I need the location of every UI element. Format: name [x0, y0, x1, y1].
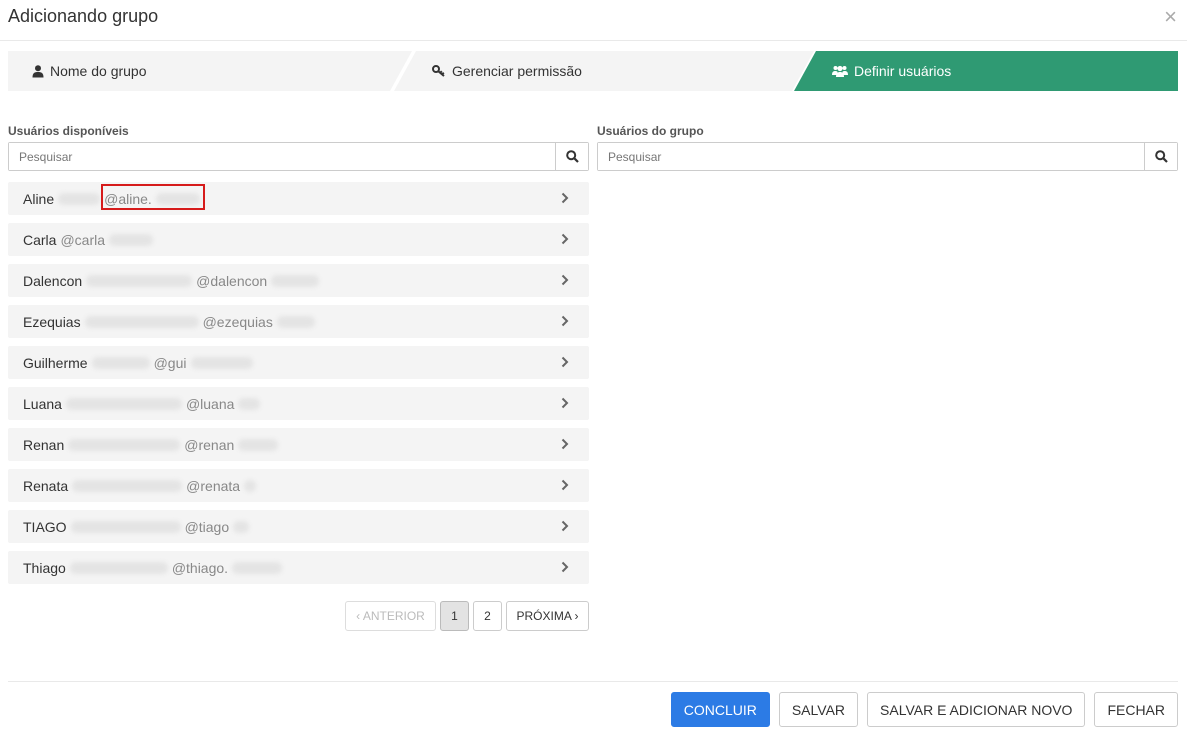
pagination-page-2[interactable]: 2 [473, 601, 502, 631]
redacted-surname [69, 561, 168, 574]
chevron-right-icon [561, 438, 569, 450]
save-and-add-new-button[interactable]: SALVAR E ADICIONAR NOVO [867, 692, 1086, 727]
chevron-right-icon [561, 356, 569, 368]
available-users-list: Aline @aline. Carla @carla Dalencon @dal… [8, 182, 589, 592]
redacted-surname [68, 438, 181, 451]
key-icon [432, 65, 445, 77]
user-name: Luana [23, 395, 62, 412]
close-button[interactable]: FECHAR [1094, 692, 1178, 727]
pagination-previous-button[interactable]: ‹ ANTERIOR [345, 601, 436, 631]
conclude-button[interactable]: CONCLUIR [670, 692, 770, 727]
redacted-handle [233, 520, 250, 533]
list-item[interactable]: Renan @renan [8, 428, 589, 461]
redacted-surname [65, 397, 182, 410]
user-name: Carla [23, 231, 57, 248]
chevron-right-icon [561, 479, 569, 491]
pagination: ‹ ANTERIOR 1 2 PRÓXIMA › [345, 601, 589, 631]
step-label: Gerenciar permissão [452, 63, 582, 79]
redacted-handle [271, 274, 320, 287]
redacted-handle [238, 438, 279, 451]
redacted-handle [276, 315, 315, 328]
user-handle: @luana [185, 395, 235, 412]
available-users-label: Usuários disponíveis [8, 124, 129, 138]
footer-divider [8, 681, 1178, 682]
user-name: Renata [23, 477, 69, 494]
redacted-surname [91, 356, 150, 369]
group-search-button[interactable] [1144, 143, 1177, 170]
modal-footer: CONCLUIR SALVAR SALVAR E ADICIONAR NOVO … [670, 692, 1178, 727]
user-handle: @tiago [184, 518, 230, 535]
user-name: Ezequias [23, 313, 81, 330]
user-name: Dalencon [23, 272, 83, 289]
list-item[interactable]: Ezequias @ezequias [8, 305, 589, 338]
chevron-right-icon [561, 561, 569, 573]
user-handle: @carla [60, 231, 106, 248]
group-users-label: Usuários do grupo [597, 124, 704, 138]
search-icon [1154, 150, 1168, 163]
chevron-right-icon [561, 274, 569, 286]
chevron-right-icon [561, 192, 569, 204]
close-icon[interactable]: × [1164, 6, 1177, 28]
available-search-button[interactable] [555, 143, 588, 170]
wizard-steps: Nome do grupo Gerenciar permissão Defini… [8, 51, 1178, 91]
available-search-input[interactable] [9, 143, 555, 170]
redacted-surname [58, 192, 101, 205]
save-button[interactable]: SALVAR [778, 692, 859, 727]
redacted-handle [244, 479, 257, 492]
redacted-handle [238, 397, 261, 410]
user-handle: @thiago. [171, 559, 229, 576]
redacted-surname [72, 479, 183, 492]
user-name: TIAGO [23, 518, 67, 535]
step-label: Nome do grupo [50, 63, 147, 79]
redacted-handle [190, 356, 253, 369]
list-item[interactable]: Dalencon @dalencon [8, 264, 589, 297]
chevron-right-icon [561, 397, 569, 409]
user-name: Thiago [23, 559, 66, 576]
user-handle: @ezequias [202, 313, 273, 330]
user-name: Renan [23, 436, 65, 453]
user-handle: @dalencon [196, 272, 268, 289]
list-item[interactable]: Luana @luana [8, 387, 589, 420]
group-search-group [597, 142, 1178, 171]
step-label: Definir usuários [854, 63, 952, 79]
redacted-surname [70, 520, 181, 533]
redacted-handle [232, 561, 283, 574]
pagination-page-1[interactable]: 1 [440, 601, 469, 631]
available-search-group [8, 142, 589, 171]
redacted-surname [86, 274, 193, 287]
list-item[interactable]: Carla @carla [8, 223, 589, 256]
user-handle: @renata [186, 477, 241, 494]
redacted-surname [84, 315, 199, 328]
list-item[interactable]: Thiago @thiago. [8, 551, 589, 584]
users-icon [832, 65, 848, 77]
user-handle: @renan [184, 436, 235, 453]
list-item[interactable]: TIAGO @tiago [8, 510, 589, 543]
user-icon [32, 64, 44, 77]
pagination-next-button[interactable]: PRÓXIMA › [506, 601, 589, 631]
available-users-panel: Usuários disponíveis [8, 124, 589, 171]
search-icon [565, 150, 579, 163]
chevron-right-icon [561, 520, 569, 532]
group-search-input[interactable] [598, 143, 1144, 170]
list-item[interactable]: Aline @aline. [8, 182, 589, 215]
group-users-panel: Usuários do grupo [597, 124, 1178, 171]
user-handle: @gui [153, 354, 187, 371]
list-item[interactable]: Guilherme @gui [8, 346, 589, 379]
step-definir-usuarios[interactable]: Definir usuários [794, 51, 1178, 91]
chevron-right-icon [561, 315, 569, 327]
user-name: Guilherme [23, 354, 88, 371]
highlight-annotation [101, 184, 205, 210]
user-name: Aline [23, 190, 55, 207]
redacted-handle [109, 233, 154, 246]
modal-title: Adicionando grupo [8, 6, 159, 26]
step-nome-do-grupo[interactable]: Nome do grupo [8, 51, 412, 91]
list-item[interactable]: Renata @renata [8, 469, 589, 502]
step-gerenciar-permissao[interactable]: Gerenciar permissão [394, 51, 814, 91]
modal-header: Adicionando grupo × [0, 0, 1187, 41]
chevron-right-icon [561, 233, 569, 245]
